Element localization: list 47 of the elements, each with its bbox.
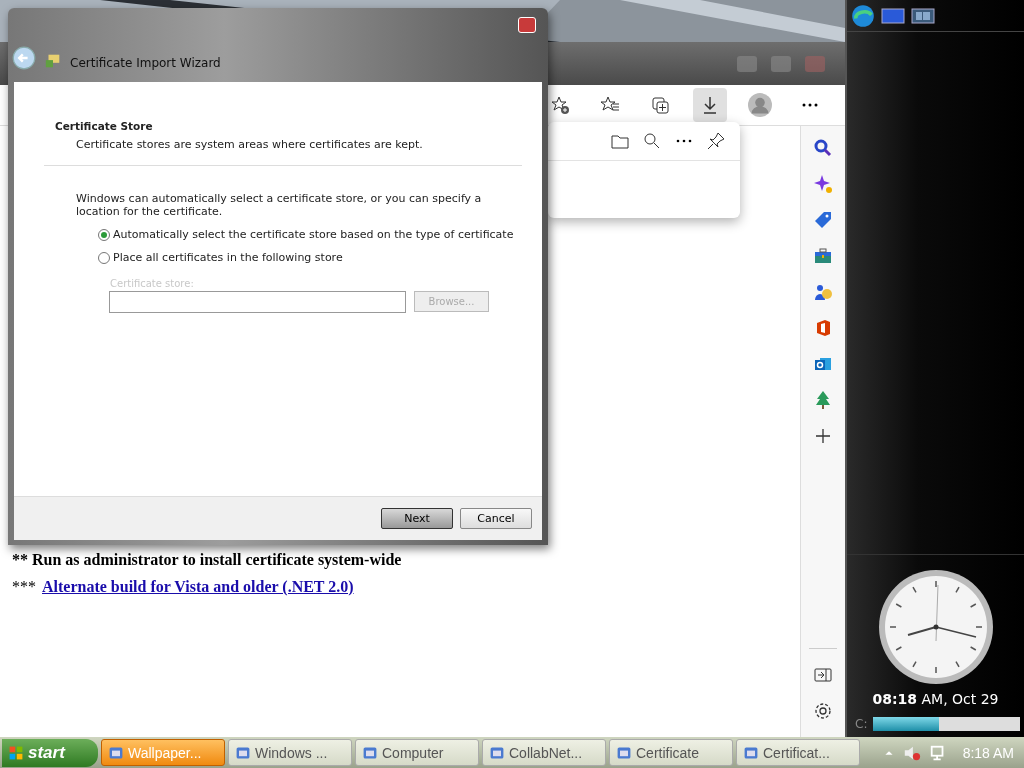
- taskbar-item[interactable]: Certificate: [609, 739, 733, 766]
- windows-logo-icon[interactable]: [8, 744, 24, 761]
- avatar-icon[interactable]: [748, 93, 772, 117]
- search-icon[interactable]: [642, 131, 662, 151]
- radio-button[interactable]: [98, 251, 110, 264]
- window-icon[interactable]: [362, 744, 378, 761]
- window-icon[interactable]: [489, 744, 505, 761]
- taskbar-item[interactable]: Certificat...: [736, 739, 860, 766]
- toolbox-icon[interactable]: [813, 246, 833, 266]
- browser-icon[interactable]: [851, 3, 875, 28]
- taskbar-item[interactable]: CollabNet...: [482, 739, 606, 766]
- window-icon[interactable]: [616, 744, 632, 761]
- option-label[interactable]: Automatically select the certificate store based on the type of certificate: [113, 228, 514, 242]
- bullet-text: ***: [12, 578, 36, 596]
- window-icon[interactable]: [108, 744, 124, 761]
- close-button[interactable]: [518, 17, 536, 33]
- note-text: ** Run as administrator to install certificate system-wide: [12, 551, 402, 569]
- search-icon[interactable]: [813, 138, 833, 158]
- option-label[interactable]: Place all certificates in the following store: [113, 251, 343, 265]
- add-icon[interactable]: [813, 426, 833, 446]
- pin-icon[interactable]: [706, 131, 726, 151]
- settings-icon[interactable]: [813, 701, 833, 721]
- tree-icon[interactable]: [813, 390, 833, 410]
- clock-caption: 08:18 AM, Oct 29: [872, 691, 999, 707]
- games-icon[interactable]: [813, 282, 833, 302]
- collections-icon[interactable]: [650, 95, 670, 115]
- download-link[interactable]: Alternate build for Vista and older (.NET 2.0): [42, 578, 354, 596]
- back-button-icon[interactable]: [12, 46, 36, 70]
- window-title: Certificate Import Wizard: [70, 56, 221, 70]
- taskbar-item[interactable]: Computer: [355, 739, 479, 766]
- windows-switch-icon[interactable]: [911, 5, 935, 26]
- page-heading: Certificate Store: [55, 120, 154, 132]
- start-button[interactable]: start: [2, 738, 98, 767]
- window-icon[interactable]: [743, 744, 759, 761]
- taskbar-item[interactable]: Windows ...: [228, 739, 352, 766]
- drive-label: C:: [855, 717, 868, 731]
- tag-icon[interactable]: [813, 210, 833, 230]
- sparkle-icon[interactable]: [813, 174, 833, 194]
- window-icon[interactable]: [235, 744, 251, 761]
- desktop-icon[interactable]: [881, 5, 905, 26]
- page-subheading: Certificate stores are system areas where certificates are kept.: [76, 138, 424, 151]
- favorite-add-icon[interactable]: [550, 95, 570, 115]
- radio-button[interactable]: [98, 228, 110, 241]
- dialog-button[interactable]: Cancel: [460, 508, 532, 529]
- intro-text: Windows can automatically select a certificate store, or you can specify a location for the certificate.: [76, 192, 483, 219]
- dialog-button[interactable]: Next: [381, 508, 453, 529]
- sidebar-toggle-icon[interactable]: [813, 665, 833, 685]
